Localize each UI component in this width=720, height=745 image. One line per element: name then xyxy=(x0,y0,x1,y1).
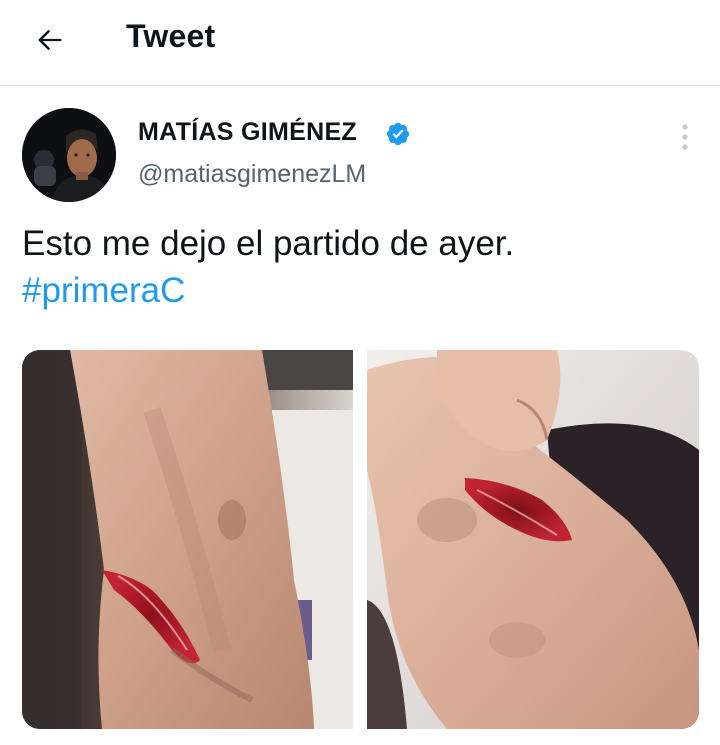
hashtag-link[interactable]: #primeraC xyxy=(22,267,702,314)
tweet-body: Esto me dejo el partido de ayer. xyxy=(22,224,515,263)
back-button[interactable] xyxy=(30,20,70,60)
photo-1[interactable] xyxy=(22,350,353,729)
verified-badge-icon xyxy=(386,122,410,146)
arrow-left-icon xyxy=(38,29,62,51)
tweet-text: Esto me dejo el partido de ayer. #primer… xyxy=(22,220,702,314)
top-bar: Tweet xyxy=(0,0,720,86)
author-handle[interactable]: @matiasgimenezLM xyxy=(138,160,366,189)
author-name[interactable]: MATÍAS GIMÉNEZ xyxy=(138,118,357,147)
photo-2[interactable] xyxy=(367,350,699,729)
avatar[interactable] xyxy=(22,108,116,202)
more-options-icon[interactable] xyxy=(672,120,698,154)
page-title: Tweet xyxy=(126,18,216,54)
